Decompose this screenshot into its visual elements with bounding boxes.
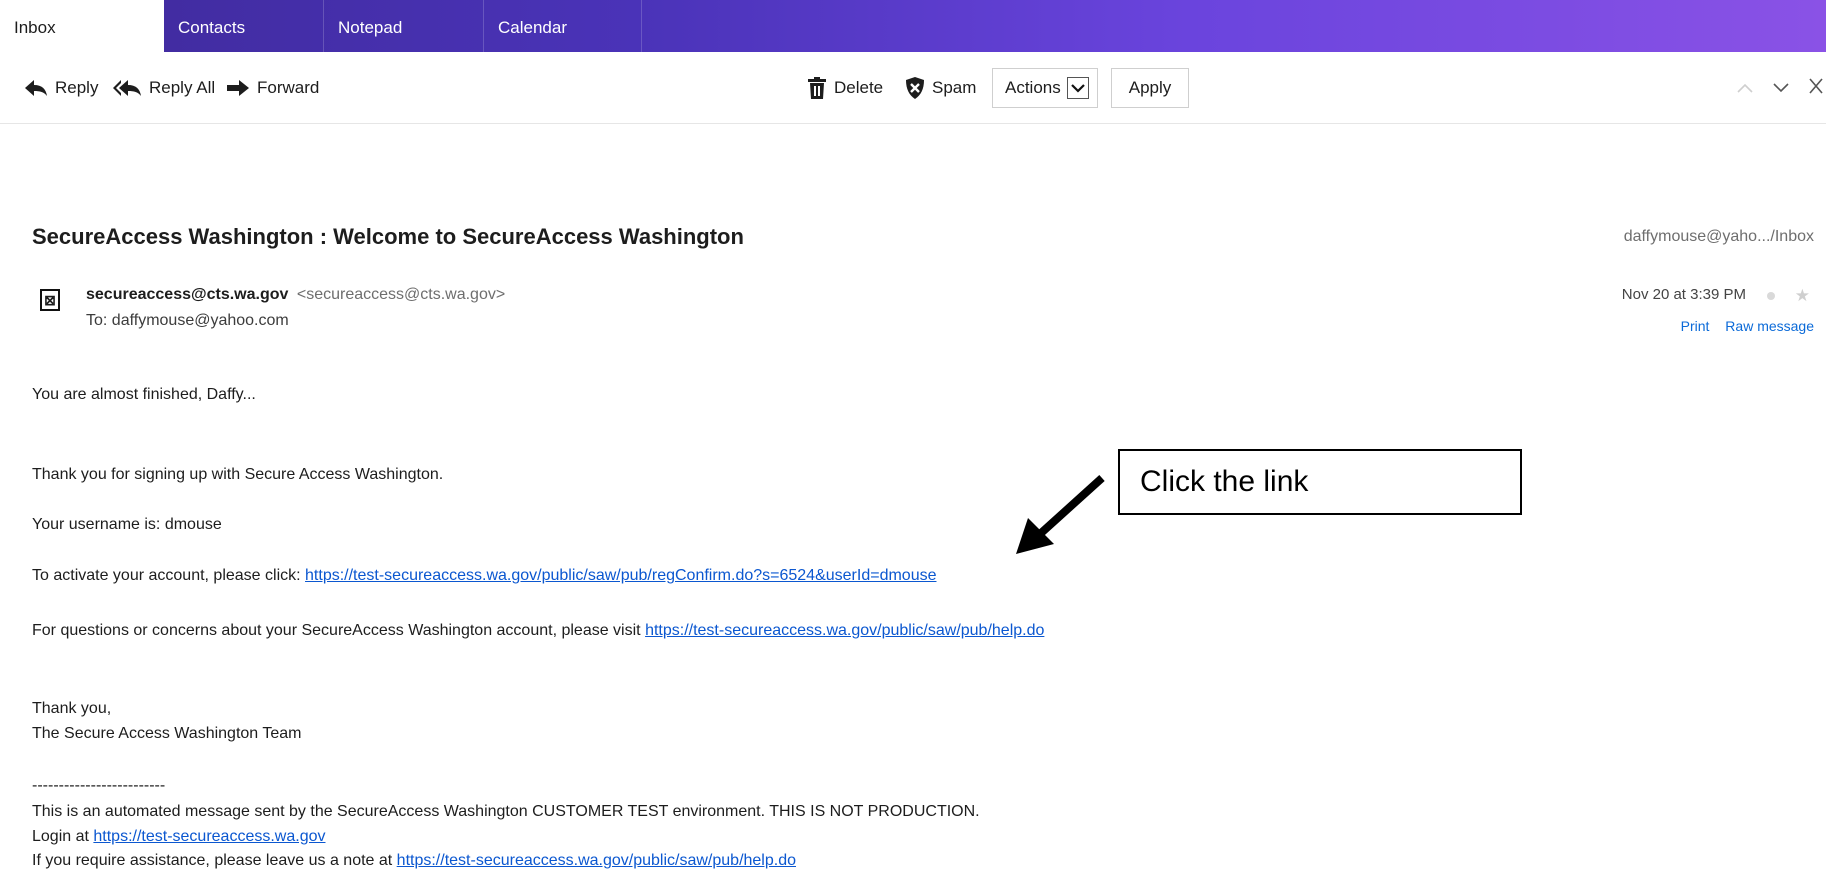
- message-date: Nov 20 at 3:39 PM: [1621, 286, 1746, 303]
- team-signature: The Secure Access Washington Team: [32, 725, 302, 742]
- sender-address: <secureaccess@cts.wa.gov>: [296, 286, 506, 303]
- login-link[interactable]: https://test-secureaccess.wa.gov: [93, 828, 325, 845]
- questions-line: For questions or concerns about your Sec…: [32, 622, 1044, 640]
- reply-label: Reply: [55, 78, 99, 97]
- login-line: Login at https://test-secureaccess.wa.go…: [32, 828, 326, 846]
- spam-label: Spam: [932, 78, 977, 97]
- sender-avatar-icon: ⊠: [40, 289, 60, 311]
- assist-line: If you require assistance, please leave …: [32, 852, 796, 870]
- activate-line: To activate your account, please click: …: [32, 567, 936, 585]
- tab-bar: Inbox Contacts Notepad Calendar: [0, 0, 1826, 52]
- assist-link[interactable]: https://test-secureaccess.wa.gov/public/…: [397, 852, 796, 869]
- login-prefix: Login at: [32, 828, 94, 845]
- questions-prefix: For questions or concerns about your Sec…: [32, 622, 646, 639]
- message-toolbar: Reply Reply All Forward Delete Spam Acti…: [0, 52, 1826, 124]
- trash-icon: [808, 77, 826, 99]
- tab-inbox[interactable]: Inbox: [0, 0, 164, 52]
- username-text: Your username is: dmouse: [32, 516, 222, 533]
- star-icon[interactable]: ★: [1795, 286, 1810, 306]
- forward-icon: [227, 80, 249, 96]
- sender-name[interactable]: secureaccess@cts.wa.gov: [86, 286, 288, 303]
- folder-path: daffymouse@yaho.../Inbox: [1623, 228, 1814, 245]
- tab-notepad[interactable]: Notepad: [324, 0, 484, 52]
- reply-button[interactable]: Reply: [24, 76, 98, 100]
- close-icon[interactable]: [1808, 76, 1824, 96]
- reply-icon: [25, 80, 47, 96]
- chevron-down-icon[interactable]: [1066, 77, 1089, 99]
- activate-prefix: To activate your account, please click:: [32, 567, 306, 584]
- previous-message-icon[interactable]: [1736, 82, 1754, 94]
- tab-contacts[interactable]: Contacts: [164, 0, 324, 52]
- annotation-arrow-icon: [1016, 475, 1105, 554]
- forward-button[interactable]: Forward: [226, 76, 319, 100]
- annotation-callout: Click the link: [1118, 449, 1522, 515]
- tab-calendar[interactable]: Calendar: [484, 0, 642, 52]
- print-link[interactable]: Print: [1681, 318, 1710, 334]
- assist-prefix: If you require assistance, please leave …: [32, 852, 397, 869]
- from-line: secureaccess@cts.wa.gov <secureaccess@ct…: [86, 286, 505, 304]
- automated-notice: This is an automated message sent by the…: [32, 803, 980, 820]
- closing-text: Thank you,: [32, 700, 112, 717]
- to-line: To: daffymouse@yahoo.com: [86, 312, 289, 329]
- separator-line: -------------------------: [32, 777, 166, 794]
- greeting-text: You are almost finished, Daffy...: [32, 386, 256, 403]
- spam-button[interactable]: Spam: [905, 76, 976, 100]
- forward-label: Forward: [257, 78, 320, 97]
- delete-label: Delete: [834, 78, 884, 97]
- reply-all-icon: [113, 80, 141, 96]
- message-actions: Print Raw message: [1669, 318, 1814, 334]
- help-link[interactable]: https://test-secureaccess.wa.gov/public/…: [645, 622, 1044, 639]
- message-subject: SecureAccess Washington : Welcome to Sec…: [32, 224, 744, 249]
- reply-all-button[interactable]: Reply All: [112, 76, 215, 100]
- delete-button[interactable]: Delete: [807, 76, 883, 100]
- next-message-icon[interactable]: [1772, 82, 1790, 94]
- raw-message-link[interactable]: Raw message: [1725, 318, 1814, 334]
- apply-button[interactable]: Apply: [1111, 68, 1189, 108]
- actions-select-value: Actions: [1005, 78, 1061, 97]
- signup-thanks-text: Thank you for signing up with Secure Acc…: [32, 466, 444, 483]
- actions-select[interactable]: Actions: [992, 68, 1098, 108]
- unread-dot-icon[interactable]: [1766, 291, 1776, 301]
- reply-all-label: Reply All: [149, 78, 216, 97]
- spam-shield-icon: [906, 77, 924, 99]
- activation-link[interactable]: https://test-secureaccess.wa.gov/public/…: [305, 567, 936, 584]
